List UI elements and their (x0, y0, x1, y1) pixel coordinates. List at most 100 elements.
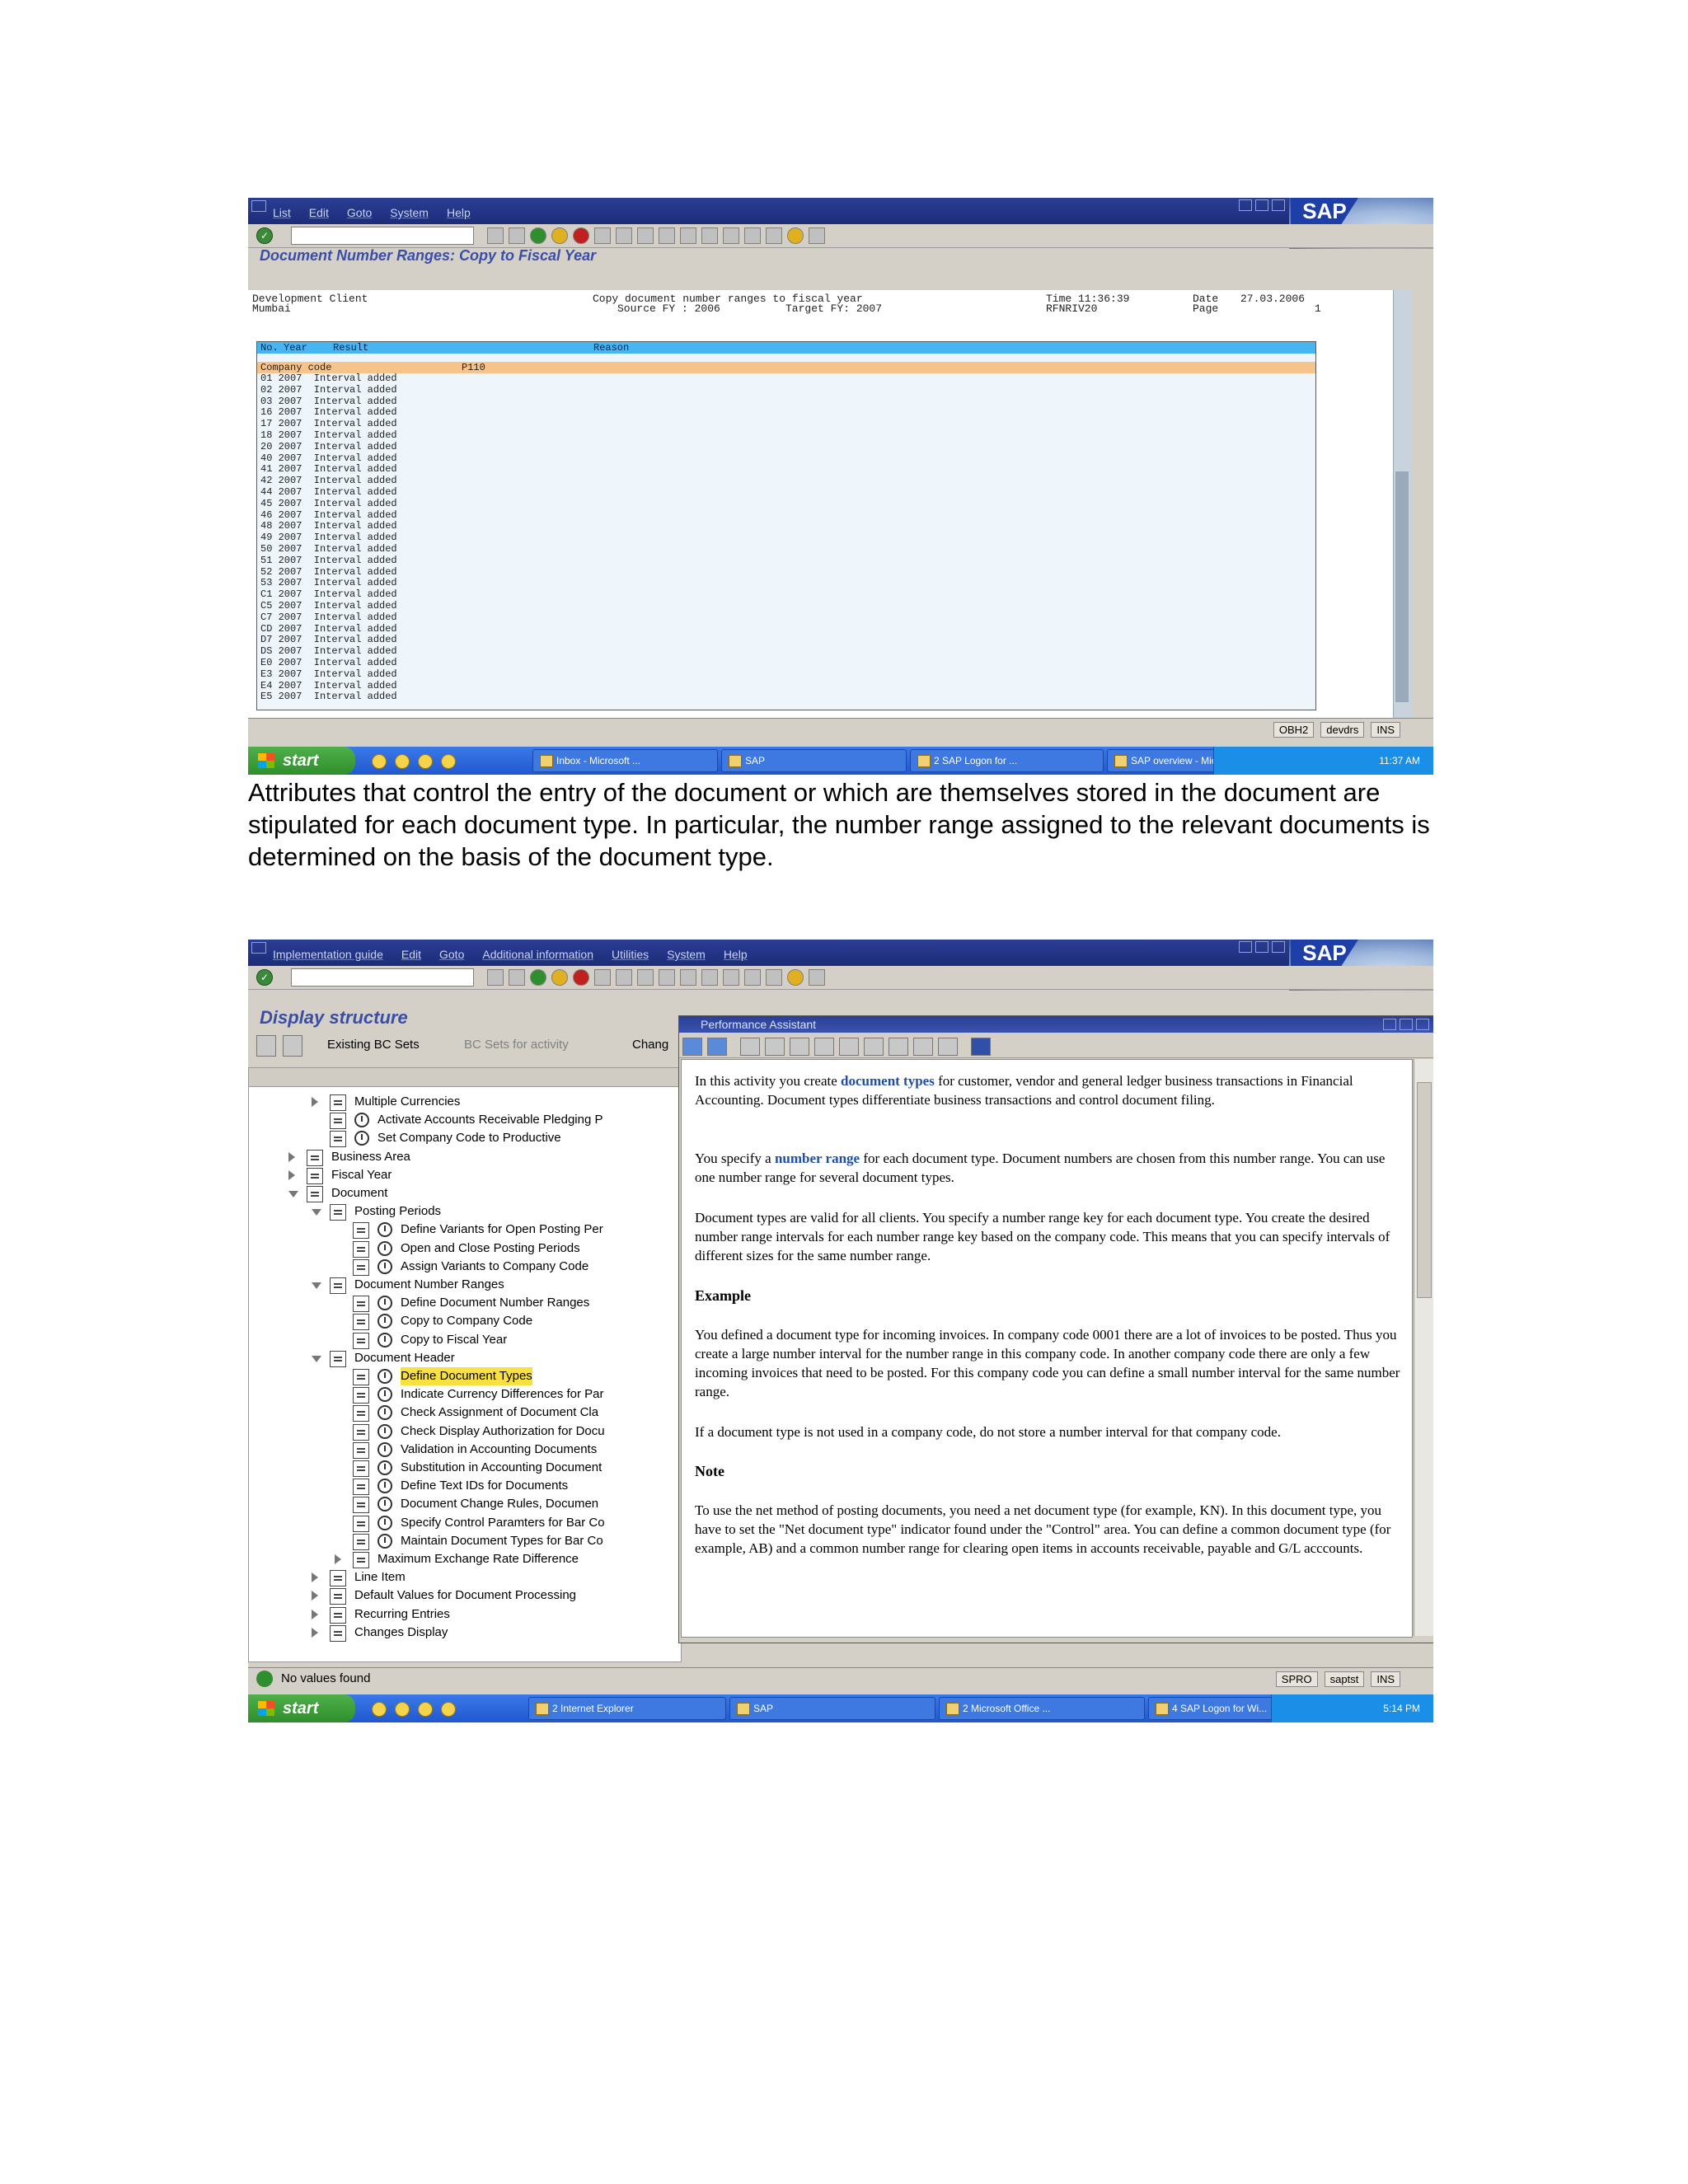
execute-activity-icon[interactable] (377, 1222, 392, 1238)
tree-node-label[interactable]: Substitution in Accounting Document (401, 1459, 602, 1477)
last-page-icon[interactable] (723, 227, 739, 244)
document-icon[interactable] (353, 1441, 369, 1459)
tree-node-label[interactable]: Define Text IDs for Documents (401, 1477, 568, 1495)
document-icon[interactable] (353, 1387, 369, 1404)
start-button[interactable]: start (248, 1694, 355, 1722)
tree-node[interactable]: Assign Variants to Company Code (249, 1258, 681, 1276)
tree-node[interactable]: Validation in Accounting Documents (249, 1441, 681, 1459)
task-sap[interactable]: SAP (721, 749, 907, 772)
tree-node[interactable]: Fiscal Year (249, 1166, 681, 1184)
cancel-icon[interactable] (573, 227, 589, 244)
tree-node[interactable]: Maximum Exchange Rate Difference (249, 1550, 681, 1568)
task-internet-explorer[interactable]: 2 Internet Explorer (528, 1697, 726, 1720)
tree-node-label[interactable]: Set Company Code to Productive (377, 1129, 561, 1147)
collapsed-node-icon[interactable] (312, 1609, 318, 1619)
execute-activity-icon[interactable] (377, 1332, 392, 1347)
maximize-icon[interactable] (1255, 941, 1268, 953)
tree-node-label[interactable]: Check Display Authorization for Docu (401, 1422, 605, 1441)
save-icon[interactable] (509, 969, 525, 986)
collapsed-node-icon[interactable] (312, 1572, 318, 1583)
tree-node[interactable]: Substitution in Accounting Document (249, 1459, 681, 1477)
tree-node[interactable]: Default Values for Document Processing (249, 1586, 681, 1605)
tree-node-label[interactable]: Specify Control Paramters for Bar Co (401, 1514, 605, 1532)
collapse-subtree-icon[interactable] (283, 1035, 302, 1057)
tree-node-label[interactable]: Maximum Exchange Rate Difference (377, 1550, 579, 1568)
document-icon[interactable] (330, 1277, 346, 1294)
tree-node[interactable]: Check Display Authorization for Docu (249, 1422, 681, 1441)
document-icon[interactable] (330, 1350, 346, 1367)
back-icon[interactable] (530, 227, 546, 244)
pa-edit-icon[interactable] (790, 1038, 809, 1056)
tree-node[interactable]: Business Area (249, 1148, 681, 1166)
execute-activity-icon[interactable] (377, 1441, 392, 1457)
find-icon[interactable] (616, 227, 632, 244)
tree-node[interactable]: Line Item (249, 1568, 681, 1587)
report-vertical-scrollbar[interactable] (1393, 290, 1412, 719)
pa-settings-icon[interactable] (913, 1038, 933, 1056)
layout-menu-icon[interactable] (809, 969, 825, 986)
system-menu-icon[interactable] (251, 942, 266, 954)
menu-implementation-guide[interactable]: Implementation guide (273, 948, 383, 961)
cancel-icon[interactable] (573, 969, 589, 986)
collapsed-node-icon[interactable] (288, 1151, 295, 1162)
collapsed-node-icon[interactable] (312, 1097, 318, 1107)
minimize-icon[interactable] (1239, 199, 1252, 211)
execute-activity-icon[interactable] (377, 1497, 392, 1512)
pa-scroll-thumb[interactable] (1417, 1082, 1432, 1298)
tree-node-label[interactable]: Indicate Currency Differences for Par (401, 1385, 604, 1404)
find-next-icon[interactable] (637, 227, 654, 244)
execute-activity-icon[interactable] (377, 1369, 392, 1384)
print-icon[interactable] (594, 227, 611, 244)
save-icon[interactable] (509, 227, 525, 244)
menu-goto[interactable]: Goto (347, 206, 372, 219)
first-page-icon[interactable] (659, 227, 675, 244)
tree-node-label[interactable]: Changes Display (354, 1624, 448, 1642)
menu-additional-information[interactable]: Additional information (482, 948, 593, 961)
help-icon[interactable] (787, 227, 804, 244)
next-page-icon[interactable] (701, 227, 718, 244)
tree-node-label[interactable]: Document (331, 1184, 387, 1202)
tree-node[interactable]: Document Header (249, 1349, 681, 1367)
execute-activity-icon[interactable] (354, 1113, 369, 1128)
execute-activity-icon[interactable] (377, 1479, 392, 1494)
tree-node-label[interactable]: Document Number Ranges (354, 1276, 504, 1294)
close-icon[interactable] (1272, 941, 1285, 953)
menu-list[interactable]: List (273, 206, 291, 219)
previous-page-icon[interactable] (680, 227, 696, 244)
document-icon[interactable] (353, 1332, 369, 1349)
document-icon[interactable] (330, 1131, 346, 1148)
execute-activity-icon[interactable] (377, 1296, 392, 1311)
start-button[interactable]: start (248, 747, 355, 775)
execute-activity-icon[interactable] (377, 1423, 392, 1439)
document-icon[interactable] (353, 1533, 369, 1550)
document-icon[interactable] (353, 1405, 369, 1422)
document-icon[interactable] (307, 1149, 323, 1166)
menu-edit[interactable]: Edit (401, 948, 421, 961)
layout-menu-icon[interactable] (809, 227, 825, 244)
pa-close-icon[interactable] (1416, 1019, 1429, 1030)
tree-node-label[interactable]: Define Document Types (401, 1367, 532, 1385)
execute-activity-icon[interactable] (377, 1533, 392, 1549)
document-icon[interactable] (353, 1369, 369, 1385)
menu-goto[interactable]: Goto (439, 948, 464, 961)
menu-utilities[interactable]: Utilities (612, 948, 649, 961)
pa-search-icon[interactable] (839, 1038, 859, 1056)
last-page-icon[interactable] (723, 969, 739, 986)
link-number-range[interactable]: number range (775, 1151, 860, 1166)
outlook-icon[interactable] (395, 754, 410, 769)
tree-node[interactable]: Set Company Code to Productive (249, 1129, 681, 1148)
document-icon[interactable] (353, 1222, 369, 1240)
pa-bookmark-icon[interactable] (740, 1038, 760, 1056)
collapsed-node-icon[interactable] (312, 1627, 318, 1638)
tree-node[interactable]: Open and Close Posting Periods (249, 1240, 681, 1258)
scroll-thumb[interactable] (1395, 471, 1409, 702)
execute-activity-icon[interactable] (377, 1314, 392, 1329)
expanded-node-icon[interactable] (288, 1191, 298, 1197)
document-icon[interactable] (330, 1624, 346, 1642)
tree-node[interactable]: Recurring Entries (249, 1605, 681, 1624)
tree-node[interactable]: Define Document Types (249, 1367, 681, 1385)
pa-vertical-scrollbar[interactable] (1414, 1059, 1433, 1636)
document-icon[interactable] (353, 1552, 369, 1568)
ie-icon[interactable] (372, 754, 387, 769)
desktop-icon[interactable] (441, 754, 456, 769)
